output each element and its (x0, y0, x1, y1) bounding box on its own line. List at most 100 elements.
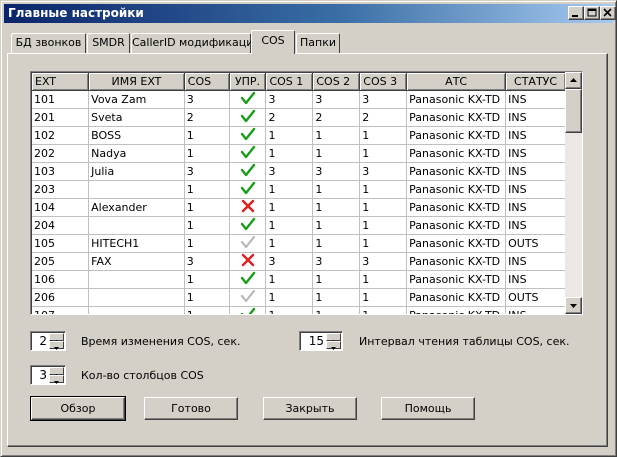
tab-cos[interactable]: COS (251, 30, 295, 54)
scroll-up-button[interactable] (565, 72, 582, 89)
cell-upr[interactable] (229, 180, 267, 199)
cell-ats[interactable]: Panasonic KX-TD (406, 162, 507, 181)
cell-status[interactable]: OUTS (505, 234, 566, 253)
cell-cos2[interactable]: 1 (312, 144, 361, 163)
cos-change-time-stepper[interactable]: 2 (30, 331, 66, 351)
cell-upr[interactable] (229, 108, 267, 127)
close-button[interactable]: Закрыть (263, 397, 357, 420)
cell-name[interactable] (88, 180, 185, 199)
cell-name[interactable]: HITECH1 (88, 234, 185, 253)
cell-cos1[interactable]: 3 (265, 90, 314, 109)
cell-name[interactable]: FAX (88, 252, 185, 271)
cell-status[interactable]: INS (505, 252, 566, 271)
cell-ext[interactable]: 204 (32, 216, 90, 235)
header-name[interactable]: ИМЯ EXT (88, 73, 185, 91)
cell-ats[interactable]: Panasonic KX-TD (406, 252, 507, 271)
title-bar[interactable]: Главные настройки (4, 4, 616, 23)
cell-cos2[interactable]: 1 (312, 216, 361, 235)
cell-upr[interactable] (229, 234, 267, 253)
cell-ats[interactable]: Panasonic KX-TD (406, 126, 507, 145)
cell-status[interactable]: INS (505, 180, 566, 199)
cell-ext[interactable]: 201 (32, 108, 90, 127)
header-ats[interactable]: АТС (406, 73, 507, 91)
cell-cos1[interactable]: 1 (265, 180, 314, 199)
cell-ats[interactable]: Panasonic KX-TD (406, 180, 507, 199)
cell-name[interactable]: Nadya (88, 144, 185, 163)
table-row[interactable]: 201 Sveta 2 2 2 2 Panasonic KX-TD INS (32, 108, 566, 127)
cell-cos1[interactable]: 1 (265, 126, 314, 145)
cell-cos3[interactable]: 3 (359, 162, 408, 181)
cell-ext[interactable]: 101 (32, 90, 90, 109)
cell-ext[interactable]: 203 (32, 180, 90, 199)
cell-ats[interactable]: Panasonic KX-TD (406, 90, 507, 109)
cell-cos2[interactable]: 3 (312, 162, 361, 181)
cell-cos1[interactable]: 1 (265, 270, 314, 289)
cell-cos[interactable]: 3 (184, 90, 230, 109)
cell-cos2[interactable]: 3 (312, 252, 361, 271)
cell-status[interactable]: INS (505, 306, 566, 314)
cell-cos3[interactable]: 2 (359, 108, 408, 127)
table-row[interactable]: 103 Julia 3 3 3 3 Panasonic KX-TD INS (32, 162, 566, 181)
cell-cos1[interactable]: 3 (265, 162, 314, 181)
table-row[interactable]: 203 1 1 1 1 Panasonic KX-TD INS (32, 180, 566, 199)
cell-cos2[interactable]: 1 (312, 198, 361, 217)
cell-cos1[interactable]: 1 (265, 288, 314, 307)
stepper-up-button[interactable] (49, 367, 64, 377)
vertical-scrollbar[interactable] (565, 72, 582, 314)
cell-status[interactable]: INS (505, 108, 566, 127)
tab-callerid[interactable]: CallerID модификация (131, 33, 260, 53)
table-row[interactable]: 105 HITECH1 1 1 1 1 Panasonic KX-TD OUTS (32, 234, 566, 253)
cell-ext[interactable]: 103 (32, 162, 90, 181)
cell-ext[interactable]: 205 (32, 252, 90, 271)
cell-name[interactable]: BOSS (88, 126, 185, 145)
scroll-thumb[interactable] (565, 89, 582, 133)
cell-ats[interactable]: Panasonic KX-TD (406, 144, 507, 163)
cell-upr[interactable] (229, 270, 267, 289)
cell-cos2[interactable]: 3 (312, 90, 361, 109)
cell-name[interactable] (88, 216, 185, 235)
stepper-up-button[interactable] (326, 333, 341, 343)
cell-cos3[interactable]: 1 (359, 126, 408, 145)
header-cos2[interactable]: COS 2 (312, 73, 361, 91)
cell-status[interactable]: INS (505, 198, 566, 217)
cell-upr[interactable] (229, 306, 267, 314)
cell-cos1[interactable]: 2 (265, 108, 314, 127)
cell-ats[interactable]: Panasonic KX-TD (406, 306, 507, 314)
cell-ats[interactable]: Panasonic KX-TD (406, 234, 507, 253)
cell-cos1[interactable]: 1 (265, 144, 314, 163)
tab-folders[interactable]: Папки (296, 33, 340, 53)
cell-cos[interactable]: 1 (184, 306, 230, 314)
cell-cos[interactable]: 1 (184, 126, 230, 145)
scroll-down-button[interactable] (565, 297, 582, 314)
ready-button[interactable]: Готово (144, 397, 238, 420)
stepper-up-button[interactable] (49, 333, 64, 343)
cell-cos3[interactable]: 1 (359, 180, 408, 199)
cell-cos3[interactable]: 1 (359, 198, 408, 217)
cell-name[interactable]: Sveta (88, 108, 185, 127)
table-row[interactable]: 202 Nadya 1 1 1 1 Panasonic KX-TD INS (32, 144, 566, 163)
cell-cos[interactable]: 3 (184, 162, 230, 181)
cell-cos1[interactable]: 1 (265, 234, 314, 253)
cell-cos3[interactable]: 1 (359, 234, 408, 253)
cell-cos[interactable]: 1 (184, 216, 230, 235)
cell-cos[interactable]: 3 (184, 252, 230, 271)
cell-cos3[interactable]: 1 (359, 216, 408, 235)
header-cos3[interactable]: COS 3 (359, 73, 408, 91)
minimize-button[interactable] (568, 6, 584, 20)
cell-ext[interactable]: 102 (32, 126, 90, 145)
cell-cos[interactable]: 1 (184, 198, 230, 217)
cell-ext[interactable]: 202 (32, 144, 90, 163)
table-row[interactable]: 101 Vova Zam 3 3 3 3 Panasonic KX-TD INS (32, 90, 566, 109)
table-row[interactable]: 206 1 1 1 1 Panasonic KX-TD OUTS (32, 288, 566, 307)
cell-name[interactable] (88, 270, 185, 289)
cell-cos[interactable]: 1 (184, 270, 230, 289)
cell-cos1[interactable]: 1 (265, 306, 314, 314)
cell-ext[interactable]: 206 (32, 288, 90, 307)
cell-ats[interactable]: Panasonic KX-TD (406, 288, 507, 307)
cell-status[interactable]: INS (505, 90, 566, 109)
cell-cos3[interactable]: 1 (359, 306, 408, 314)
cell-ats[interactable]: Panasonic KX-TD (406, 198, 507, 217)
cell-ext[interactable]: 105 (32, 234, 90, 253)
table-row[interactable]: 204 1 1 1 1 Panasonic KX-TD INS (32, 216, 566, 235)
table-row[interactable]: 106 1 1 1 1 Panasonic KX-TD INS (32, 270, 566, 289)
